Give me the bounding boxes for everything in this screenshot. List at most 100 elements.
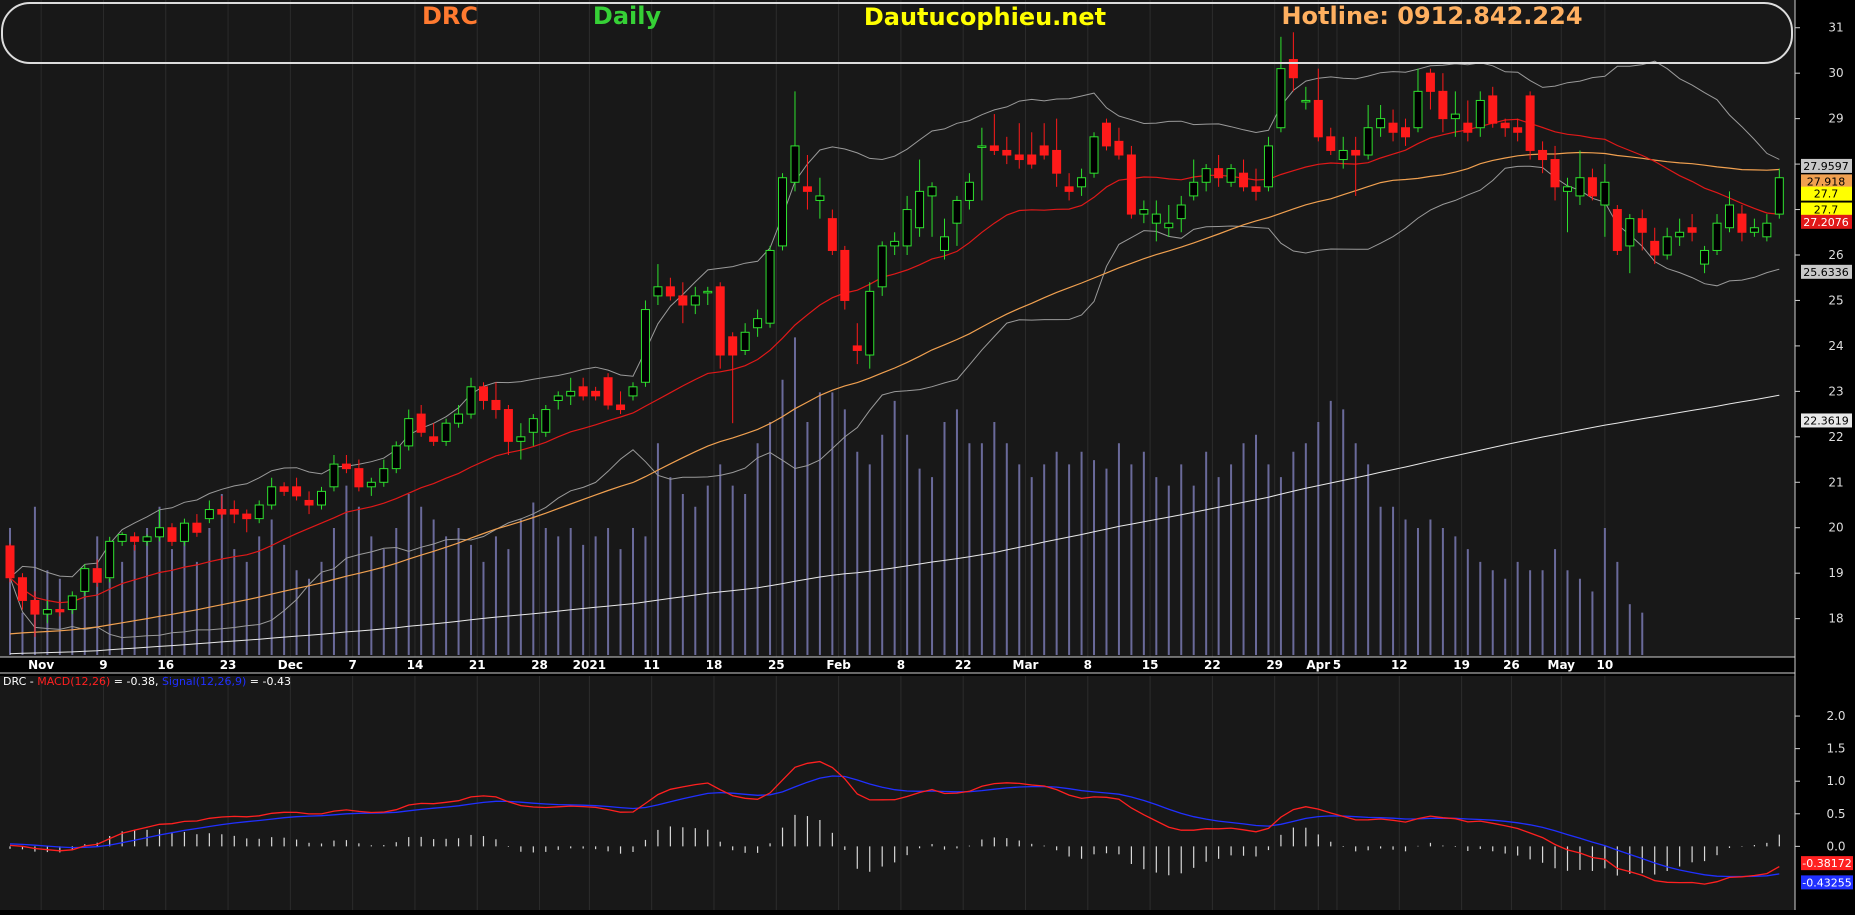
macd-legend-prefix: DRC - [3, 675, 37, 688]
candle-body [1538, 149, 1548, 161]
candle-body [1151, 213, 1161, 224]
candle-body [1114, 140, 1124, 156]
candle-body [1189, 181, 1199, 197]
candle-body [865, 290, 875, 356]
candle [1089, 132, 1099, 178]
x-tick-label: 10 [1597, 658, 1614, 672]
candle-body [940, 236, 949, 251]
candle-body [229, 509, 239, 515]
candle-body [366, 481, 376, 488]
candle-body [1039, 145, 1049, 156]
candle-body [1351, 149, 1361, 156]
candle-body [1301, 99, 1311, 103]
candle-body [329, 463, 339, 488]
candle-body [254, 504, 264, 520]
candle-body [815, 195, 825, 201]
value-tag-text: 27.7 [1814, 204, 1839, 217]
candle [1525, 91, 1535, 160]
candle-body [628, 386, 638, 397]
candle-body [304, 499, 314, 506]
candle-body [1637, 218, 1647, 233]
candle-body [1700, 249, 1710, 265]
macd-y-tick-label: 0.0 [1826, 839, 1845, 853]
x-tick-label: 28 [531, 658, 548, 672]
value-tag: 27.9597 [1801, 158, 1852, 173]
candle-body [17, 577, 27, 601]
candle-body [1263, 145, 1273, 188]
candle-body [1488, 95, 1498, 124]
candle-body [55, 609, 65, 613]
candle-body [1712, 222, 1722, 251]
y-tick-label: 22 [1828, 430, 1843, 444]
x-tick-label: 18 [706, 658, 723, 672]
candle [391, 441, 401, 474]
macd-value-tag-text: -0.38172 [1802, 857, 1851, 870]
candle-body [416, 413, 426, 433]
macd-legend-signal: Signal(12,26,9) [162, 675, 246, 688]
macd-legend: DRC - MACD(12,26) = -0.38, Signal(12,26,… [3, 675, 291, 688]
candle [179, 518, 189, 546]
candle-body [1675, 231, 1685, 238]
x-tick-label: 7 [348, 658, 356, 672]
candle-body [1475, 99, 1485, 129]
candle-body [1612, 209, 1622, 251]
candle-body [1326, 136, 1336, 151]
candle-body [117, 534, 127, 542]
x-tick-label: 19 [1453, 658, 1470, 672]
candle-body [242, 513, 252, 520]
candle-body [1139, 209, 1149, 215]
x-tick-label: 14 [407, 658, 424, 672]
candle-body [1401, 127, 1411, 138]
value-tag-text: 25.6336 [1803, 266, 1849, 279]
x-tick-label: 5 [1333, 658, 1341, 672]
macd-value-tag: -0.38172 [1801, 856, 1853, 871]
candle [441, 418, 451, 446]
candle-body [603, 377, 613, 406]
candle [5, 543, 15, 583]
candle-body [1388, 122, 1398, 133]
candle [1126, 145, 1136, 219]
candle-body [341, 463, 351, 470]
candle-body [578, 386, 588, 397]
candle-body [852, 345, 862, 351]
candle-body [902, 209, 912, 247]
candle-body [42, 609, 52, 615]
candle-body [1525, 95, 1535, 151]
candle-body [1762, 222, 1772, 238]
candle [541, 405, 551, 437]
value-tag-text: 27.9597 [1803, 160, 1849, 173]
candle-body [155, 527, 165, 538]
value-tag: 22.3619 [1801, 413, 1852, 428]
candle-body [1014, 154, 1024, 161]
macd-y-tick-label: 0.5 [1826, 807, 1845, 821]
candle-body [1002, 149, 1012, 156]
candle-body [267, 486, 277, 506]
value-tag: 27.7 [1801, 186, 1852, 201]
candle-body [802, 186, 812, 192]
candle-body [1027, 154, 1037, 165]
candle-body [1101, 122, 1111, 147]
candle-body [142, 536, 152, 542]
candle-body [1376, 118, 1386, 129]
candle-body [441, 422, 451, 442]
candle-body [1239, 172, 1249, 188]
macd-legend-signal-value: = -0.43 [250, 675, 291, 688]
x-tick-label: 22 [1204, 658, 1221, 672]
candle-body [528, 418, 538, 433]
candle-body [167, 527, 177, 542]
candle-body [778, 177, 788, 247]
candle-body [1587, 177, 1597, 197]
candle-body [391, 445, 401, 470]
candle-body [130, 536, 140, 542]
candle-body [616, 404, 626, 411]
candle-body [30, 599, 40, 615]
candle [1101, 118, 1111, 151]
candle-body [1575, 177, 1585, 197]
x-tick-label: Apr [1306, 658, 1330, 672]
candle-body [1550, 159, 1560, 188]
candle-body [765, 249, 775, 324]
candle-body [703, 290, 713, 294]
candle [603, 373, 613, 410]
candle-body [80, 568, 90, 592]
interval-title: Daily [593, 2, 662, 30]
